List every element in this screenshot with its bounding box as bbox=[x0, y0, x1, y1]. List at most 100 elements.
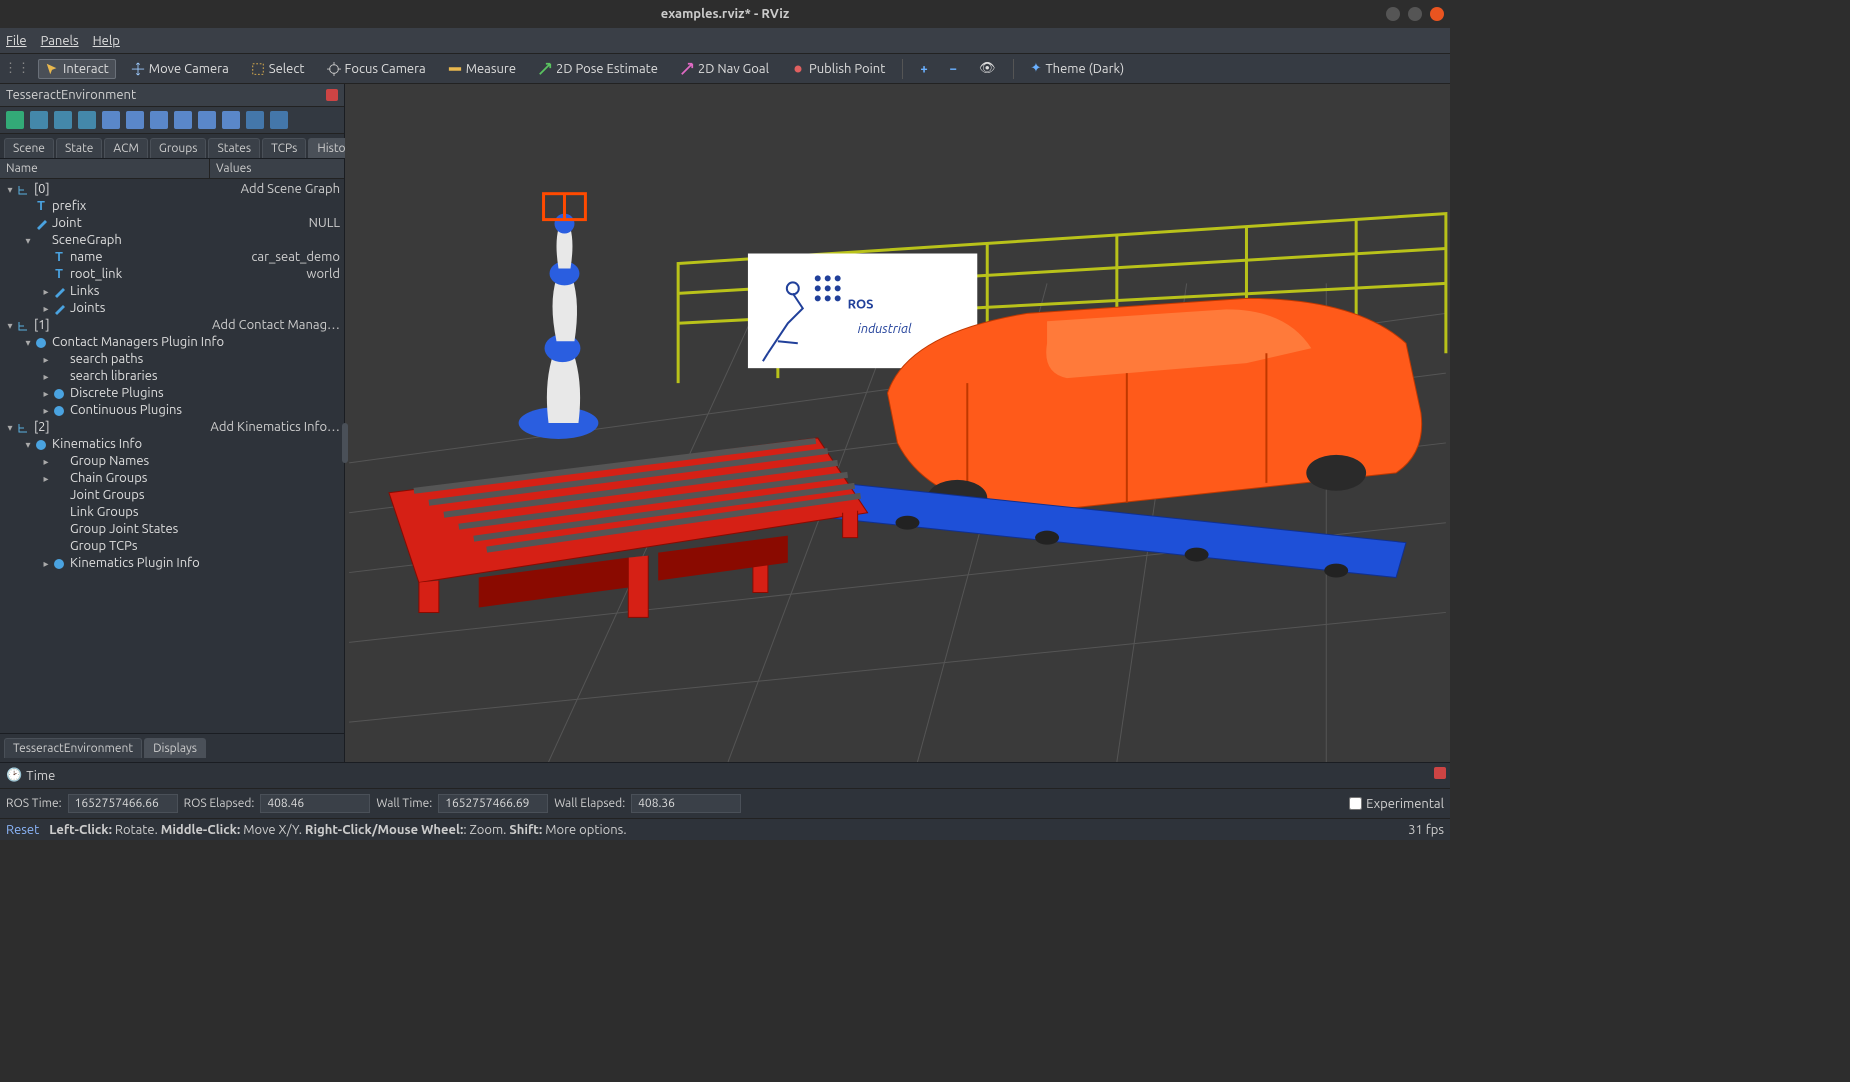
tree-item-icon bbox=[52, 285, 66, 299]
remove-button[interactable]: − bbox=[943, 59, 964, 79]
focus-camera-button[interactable]: Focus Camera bbox=[320, 59, 433, 79]
expander-icon[interactable]: ▾ bbox=[4, 182, 16, 197]
tab-tcps[interactable]: TCPs bbox=[262, 138, 306, 158]
tree-row[interactable]: ▸Joints bbox=[0, 300, 344, 317]
tree-row[interactable]: Tnamecar_seat_demo bbox=[0, 249, 344, 266]
tab-state[interactable]: State bbox=[56, 138, 102, 158]
nav-goal-button[interactable]: 2D Nav Goal bbox=[673, 59, 776, 79]
time-panel-header[interactable]: 🕑 Time bbox=[0, 762, 1450, 788]
expander-icon[interactable]: ▸ bbox=[40, 352, 52, 367]
mini-tool-icon[interactable] bbox=[102, 111, 120, 129]
tree-row[interactable]: ▸Links bbox=[0, 283, 344, 300]
tree-row[interactable]: ▸search paths bbox=[0, 351, 344, 368]
mini-tool-icon[interactable] bbox=[174, 111, 192, 129]
mini-tool-icon[interactable] bbox=[6, 111, 24, 129]
expander-icon[interactable]: ▸ bbox=[40, 454, 52, 469]
tree-row[interactable]: JointNULL bbox=[0, 215, 344, 232]
ros-elapsed-input[interactable] bbox=[260, 794, 370, 813]
column-name[interactable]: Name bbox=[0, 159, 210, 178]
tree-row[interactable]: Group Joint States bbox=[0, 521, 344, 538]
tab-acm[interactable]: ACM bbox=[104, 138, 147, 158]
column-values[interactable]: Values bbox=[210, 159, 344, 178]
expander-icon[interactable]: ▸ bbox=[40, 369, 52, 384]
tree-row[interactable]: ▾[0]Add Scene Graph bbox=[0, 181, 344, 198]
mini-tool-icon[interactable] bbox=[246, 111, 264, 129]
add-button[interactable]: + bbox=[913, 59, 934, 79]
panel-header[interactable]: TesseractEnvironment bbox=[0, 84, 344, 107]
tree-row[interactable]: ▸Group Names bbox=[0, 453, 344, 470]
wall-elapsed-input[interactable] bbox=[631, 794, 741, 813]
visibility-button[interactable]: 👁 bbox=[972, 58, 1003, 79]
mini-tool-icon[interactable] bbox=[150, 111, 168, 129]
window-maximize-button[interactable] bbox=[1408, 7, 1422, 21]
tree-row[interactable]: Tprefix bbox=[0, 198, 344, 215]
measure-button[interactable]: Measure bbox=[441, 59, 523, 79]
3d-viewport[interactable]: ROS industrial bbox=[345, 84, 1450, 762]
mini-tool-icon[interactable] bbox=[78, 111, 96, 129]
experimental-checkbox-input[interactable] bbox=[1349, 797, 1362, 810]
move-camera-button[interactable]: Move Camera bbox=[124, 59, 236, 79]
expander-icon[interactable]: ▸ bbox=[40, 386, 52, 401]
splitter-handle[interactable] bbox=[342, 423, 348, 463]
main-toolbar: ⋮⋮ Interact Move Camera Select Focus Cam… bbox=[0, 54, 1450, 84]
mini-tool-icon[interactable] bbox=[270, 111, 288, 129]
interact-button[interactable]: Interact bbox=[38, 59, 116, 79]
tree-row[interactable]: ▸Discrete Plugins bbox=[0, 385, 344, 402]
experimental-checkbox[interactable]: Experimental bbox=[1349, 797, 1444, 811]
ros-time-input[interactable] bbox=[68, 794, 178, 813]
pose-estimate-button[interactable]: 2D Pose Estimate bbox=[531, 59, 665, 79]
tab-groups[interactable]: Groups bbox=[150, 138, 207, 158]
mini-tool-icon[interactable] bbox=[222, 111, 240, 129]
minus-icon: − bbox=[950, 62, 957, 76]
expander-icon[interactable]: ▸ bbox=[40, 284, 52, 299]
tree-row[interactable]: ▾Contact Managers Plugin Info bbox=[0, 334, 344, 351]
window-minimize-button[interactable] bbox=[1386, 7, 1400, 21]
tree-row[interactable]: ▾[1]Add Contact Manag… bbox=[0, 317, 344, 334]
tree-item-label: SceneGraph bbox=[52, 233, 122, 248]
bottom-tab-displays[interactable]: Displays bbox=[144, 738, 206, 758]
window-close-button[interactable] bbox=[1430, 7, 1444, 21]
tree-row[interactable]: ▾Kinematics Info bbox=[0, 436, 344, 453]
panel-close-button[interactable] bbox=[326, 89, 338, 101]
tab-scene[interactable]: Scene bbox=[4, 138, 54, 158]
menu-file[interactable]: File bbox=[6, 34, 27, 48]
tree-row[interactable]: ▸Chain Groups bbox=[0, 470, 344, 487]
tab-states[interactable]: States bbox=[208, 138, 260, 158]
tree-row[interactable]: Link Groups bbox=[0, 504, 344, 521]
expander-icon[interactable]: ▸ bbox=[40, 556, 52, 571]
tree-row[interactable]: ▸Kinematics Plugin Info bbox=[0, 555, 344, 572]
expander-icon[interactable]: ▾ bbox=[22, 335, 34, 350]
publish-point-button[interactable]: Publish Point bbox=[784, 59, 892, 79]
menu-help[interactable]: Help bbox=[93, 34, 120, 48]
reset-button[interactable]: Reset bbox=[6, 823, 39, 837]
tree-row[interactable]: Joint Groups bbox=[0, 487, 344, 504]
tree-item-label: prefix bbox=[52, 199, 86, 214]
expander-icon[interactable]: ▸ bbox=[40, 301, 52, 316]
mini-tool-icon[interactable] bbox=[30, 111, 48, 129]
tree-view[interactable]: ▾[0]Add Scene GraphTprefixJointNULL▾Scen… bbox=[0, 179, 344, 733]
mini-tool-icon[interactable] bbox=[198, 111, 216, 129]
tree-row[interactable]: ▾[2]Add Kinematics Info… bbox=[0, 419, 344, 436]
expander-icon[interactable]: ▾ bbox=[4, 318, 16, 333]
toolbar-grip-icon[interactable]: ⋮⋮ bbox=[4, 61, 30, 76]
tree-row[interactable]: ▾ SceneGraph bbox=[0, 232, 344, 249]
expander-icon[interactable]: ▾ bbox=[22, 437, 34, 452]
tree-row[interactable]: ▸Continuous Plugins bbox=[0, 402, 344, 419]
tree-row[interactable]: Group TCPs bbox=[0, 538, 344, 555]
bottom-tab-tesseractenvironment[interactable]: TesseractEnvironment bbox=[4, 738, 142, 758]
expander-icon[interactable]: ▸ bbox=[40, 403, 52, 418]
expander-icon[interactable]: ▾ bbox=[22, 233, 34, 248]
expander-icon[interactable]: ▾ bbox=[4, 420, 16, 435]
expander-icon[interactable]: ▸ bbox=[40, 471, 52, 486]
select-button[interactable]: Select bbox=[244, 59, 312, 79]
wall-time-input[interactable] bbox=[438, 794, 548, 813]
theme-selector[interactable]: ✦ Theme (Dark) bbox=[1024, 58, 1132, 79]
tree-item-icon bbox=[52, 302, 66, 316]
menu-panels[interactable]: Panels bbox=[41, 34, 79, 48]
time-panel-close-button[interactable] bbox=[1434, 767, 1446, 779]
mini-tool-icon[interactable] bbox=[126, 111, 144, 129]
tree-row[interactable]: ▸search libraries bbox=[0, 368, 344, 385]
mini-tool-icon[interactable] bbox=[54, 111, 72, 129]
move-camera-icon bbox=[131, 62, 145, 76]
tree-row[interactable]: Troot_linkworld bbox=[0, 266, 344, 283]
